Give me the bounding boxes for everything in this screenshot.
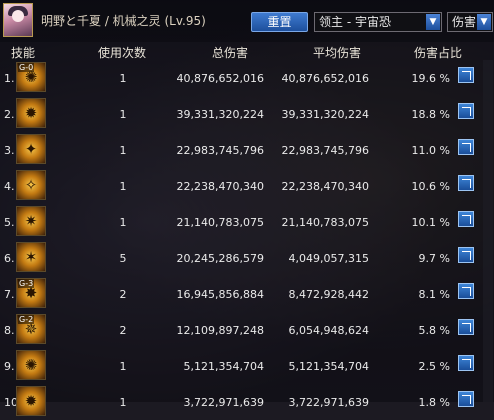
damage-percent: 1.8 % [418, 396, 450, 409]
row-rank: 6. [4, 252, 15, 265]
average-damage: 21,140,783,075 [281, 216, 369, 229]
uses-count: 1 [119, 396, 127, 409]
skill-icon: ✶ [16, 242, 46, 272]
export-icon[interactable] [458, 319, 474, 335]
damage-percent: 8.1 % [418, 288, 450, 301]
uses-count: 1 [119, 180, 127, 193]
uses-count: 1 [119, 72, 127, 85]
table-row: 3. ✦ 1 22,983,745,796 22,983,745,796 11.0 % [0, 132, 494, 168]
uses-count: 2 [119, 324, 127, 337]
table-row: 4. ✧ 1 22,238,470,340 22,238,470,340 10.6 % [0, 168, 494, 204]
skill-icon: ✷ [16, 206, 46, 236]
row-rank: 2. [4, 108, 15, 121]
skill-icon: ✹ [16, 98, 46, 128]
metric-select[interactable]: 伤害 ▼ [447, 12, 493, 32]
export-icon[interactable] [458, 67, 474, 83]
export-icon[interactable] [458, 175, 474, 191]
character-title: 明野と千夏 / 机械之灵 (Lv.95) [41, 14, 206, 28]
damage-percent: 2.5 % [418, 360, 450, 373]
skill-grade-tag: G-0 [18, 63, 35, 72]
table-row: 8. ✵ G-2 2 12,109,897,248 6,054,948,624 5.8 % [0, 312, 494, 348]
skill-icon: ✦ [16, 134, 46, 164]
total-damage: 16,945,856,884 [176, 288, 264, 301]
average-damage: 8,472,928,442 [288, 288, 369, 301]
target-select[interactable]: 领主 - 宇宙恐 ▼ [314, 12, 442, 32]
uses-count: 1 [119, 144, 127, 157]
column-header-avg: 平均伤害 [313, 46, 362, 60]
table-row: 9. ✺ 1 5,121,354,704 5,121,354,704 2.5 % [0, 348, 494, 384]
column-header-skill: 技能 [11, 46, 36, 60]
skill-icon: ✵ G-2 [16, 314, 46, 344]
column-header-total: 总伤害 [212, 46, 249, 60]
column-header-uses: 使用次数 [98, 46, 147, 60]
export-icon[interactable] [458, 103, 474, 119]
export-icon[interactable] [458, 139, 474, 155]
row-rank: 9. [4, 360, 15, 373]
export-icon[interactable] [458, 355, 474, 371]
character-avatar [3, 3, 33, 37]
table-row: 6. ✶ 5 20,245,286,579 4,049,057,315 9.7 % [0, 240, 494, 276]
damage-percent: 19.6 % [411, 72, 450, 85]
skill-icon: ✺ [16, 350, 46, 380]
export-icon[interactable] [458, 247, 474, 263]
export-icon[interactable] [458, 283, 474, 299]
damage-percent: 10.6 % [411, 180, 450, 193]
uses-count: 1 [119, 360, 127, 373]
total-damage: 5,121,354,704 [183, 360, 264, 373]
skill-icon: ✺ G-0 [16, 62, 46, 92]
damage-percent: 18.8 % [411, 108, 450, 121]
skill-grade-tag: G-2 [18, 315, 35, 324]
scrollbar[interactable] [483, 60, 493, 402]
chevron-down-icon: ▼ [426, 14, 440, 30]
total-damage: 3,722,971,639 [183, 396, 264, 409]
table-row: 5. ✷ 1 21,140,783,075 21,140,783,075 10.1 % [0, 204, 494, 240]
average-damage: 5,121,354,704 [288, 360, 369, 373]
export-icon[interactable] [458, 211, 474, 227]
damage-stats-panel: 明野と千夏 / 机械之灵 (Lv.95) 重置 领主 - 宇宙恐 ▼ 伤害 ▼ … [0, 0, 494, 416]
total-damage: 21,140,783,075 [176, 216, 264, 229]
average-damage: 4,049,057,315 [288, 252, 369, 265]
column-header-pct: 伤害占比 [414, 46, 463, 60]
uses-count: 5 [119, 252, 127, 265]
row-rank: 3. [4, 144, 15, 157]
damage-percent: 9.7 % [418, 252, 450, 265]
average-damage: 22,983,745,796 [281, 144, 369, 157]
panel-header: 明野と千夏 / 机械之灵 (Lv.95) 重置 领主 - 宇宙恐 ▼ 伤害 ▼ [0, 0, 494, 42]
skill-icon: ✹ [16, 386, 46, 416]
row-rank: 7. [4, 288, 15, 301]
table-row: 2. ✹ 1 39,331,320,224 39,331,320,224 18.8 % [0, 96, 494, 132]
skill-icon: ✸ G-3 [16, 278, 46, 308]
average-damage: 40,876,652,016 [281, 72, 369, 85]
damage-percent: 11.0 % [411, 144, 450, 157]
row-rank: 8. [4, 324, 15, 337]
average-damage: 22,238,470,340 [281, 180, 369, 193]
uses-count: 2 [119, 288, 127, 301]
total-damage: 39,331,320,224 [176, 108, 264, 121]
skill-grade-tag: G-3 [18, 279, 35, 288]
target-select-value: 领主 - 宇宙恐 [319, 15, 391, 29]
uses-count: 1 [119, 108, 127, 121]
table-row: 7. ✸ G-3 2 16,945,856,884 8,472,928,442 8.1 % [0, 276, 494, 312]
row-rank: 4. [4, 180, 15, 193]
reset-button[interactable]: 重置 [251, 12, 308, 32]
chevron-down-icon: ▼ [477, 14, 491, 30]
average-damage: 39,331,320,224 [281, 108, 369, 121]
export-icon[interactable] [458, 391, 474, 407]
table-row: 10. ✹ 1 3,722,971,639 3,722,971,639 1.8 % [0, 384, 494, 420]
total-damage: 12,109,897,248 [176, 324, 264, 337]
total-damage: 20,245,286,579 [176, 252, 264, 265]
table-row: 1. ✺ G-0 1 40,876,652,016 40,876,652,016 19.6 … [0, 60, 494, 96]
skill-icon: ✧ [16, 170, 46, 200]
average-damage: 3,722,971,639 [288, 396, 369, 409]
row-rank: 1. [4, 72, 15, 85]
total-damage: 22,238,470,340 [176, 180, 264, 193]
total-damage: 22,983,745,796 [176, 144, 264, 157]
total-damage: 40,876,652,016 [176, 72, 264, 85]
row-rank: 5. [4, 216, 15, 229]
metric-select-value: 伤害 [452, 15, 477, 29]
damage-percent: 5.8 % [418, 324, 450, 337]
uses-count: 1 [119, 216, 127, 229]
average-damage: 6,054,948,624 [288, 324, 369, 337]
damage-percent: 10.1 % [411, 216, 450, 229]
